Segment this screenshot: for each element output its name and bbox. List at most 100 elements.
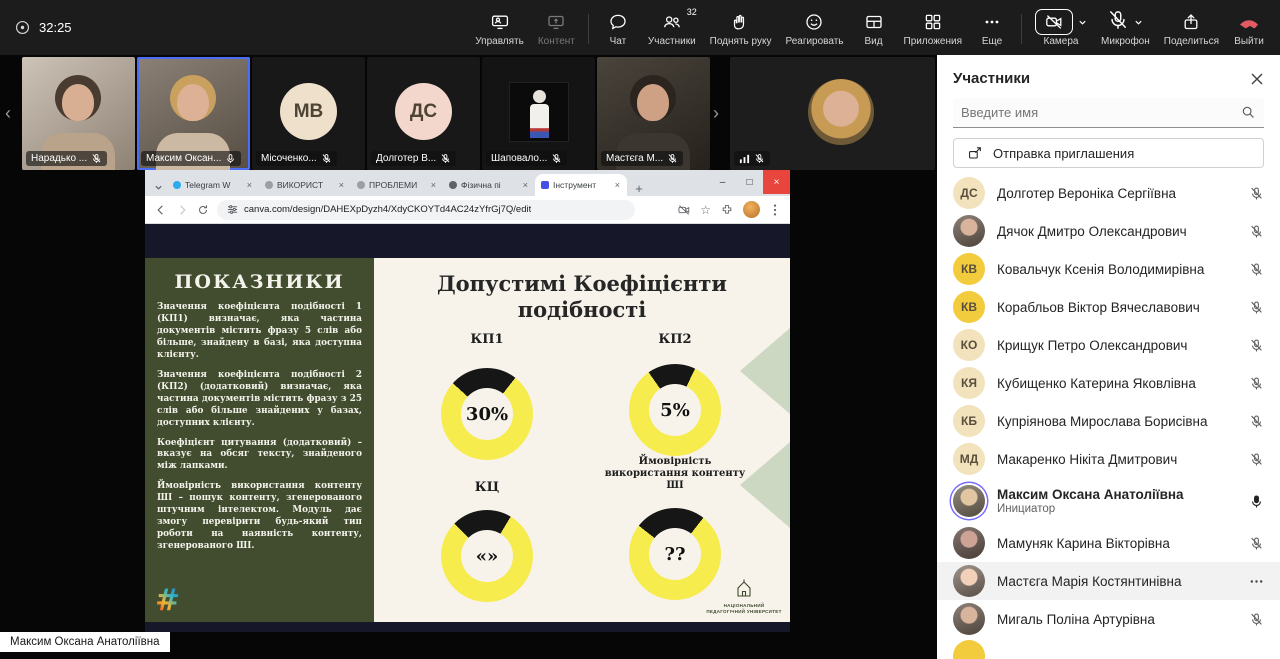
participant-row[interactable]: Мамуняк Карина Вікторівна: [937, 524, 1280, 562]
close-icon[interactable]: [1250, 72, 1264, 86]
mic-chevron-icon[interactable]: [1134, 18, 1143, 27]
tab-close-icon[interactable]: ×: [338, 180, 345, 190]
raise-hand-button[interactable]: Поднять руку: [703, 4, 779, 51]
video-tile[interactable]: Нарадько ...: [22, 57, 135, 170]
video-tile-partial[interactable]: [730, 57, 935, 170]
tab-close-icon[interactable]: ×: [614, 180, 621, 190]
window-close-button[interactable]: ×: [763, 170, 790, 194]
invite-label: Отправка приглашения: [993, 146, 1134, 161]
manage-label: Управлять: [475, 36, 524, 47]
participant-row[interactable]: КО Крищук Петро Олександрович: [937, 326, 1280, 364]
more-options-icon[interactable]: [1249, 574, 1264, 589]
participants-button[interactable]: 32 Участники: [641, 4, 703, 51]
tab-close-icon[interactable]: ×: [430, 180, 437, 190]
browser-tab-3[interactable]: Фізична пі×: [443, 174, 535, 196]
mic-off-icon: [754, 153, 765, 164]
bookmark-star-icon[interactable]: ☆: [700, 203, 711, 217]
slide-paragraph: Ймовірність використання контенту ШІ – п…: [157, 481, 362, 553]
participant-role: Инициатор: [997, 503, 1237, 515]
content-button[interactable]: Контент: [531, 4, 582, 51]
avatar-initials: КВ: [961, 262, 977, 276]
new-tab-button[interactable]: +: [629, 181, 649, 196]
share-button[interactable]: Поделиться: [1157, 4, 1226, 51]
apps-label: Приложения: [904, 36, 963, 47]
invite-button[interactable]: Отправка приглашения: [953, 138, 1264, 168]
mic-button[interactable]: Микрофон: [1094, 4, 1157, 51]
mic-off-icon: [1107, 9, 1129, 36]
browser-tab-active[interactable]: Інструмент×: [535, 174, 627, 196]
manage-button[interactable]: Управлять: [468, 4, 531, 51]
participant-row[interactable]: Мигаль Поліна Артурівна: [937, 600, 1280, 638]
browser-profile-avatar[interactable]: [743, 201, 760, 218]
leave-button[interactable]: Выйти: [1226, 4, 1272, 51]
filmstrip-prev-button[interactable]: ‹: [5, 103, 11, 124]
participant-row-hover[interactable]: Мастєга Марія Костянтинівна: [937, 562, 1280, 600]
react-button[interactable]: Реагировать: [778, 4, 850, 51]
video-tile[interactable]: Мастєга М...: [597, 57, 710, 170]
video-tile[interactable]: Шаповало...: [482, 57, 595, 170]
mic-off-icon[interactable]: [1249, 300, 1264, 315]
university-logo: НАЦІОНАЛЬНИЙ ПЕДАГОГІЧНИЙ УНІВЕРСИТЕТ: [704, 578, 784, 615]
browser-tab-2[interactable]: ПРОБЛЕМИ×: [351, 174, 443, 196]
participant-name: Кубищенко Катерина Яковлівна: [997, 376, 1237, 391]
refresh-icon[interactable]: [196, 203, 210, 217]
mic-on-icon[interactable]: [1249, 494, 1264, 509]
participant-row[interactable]: КБ Купріянова Мирослава Борисівна: [937, 402, 1280, 440]
initials-avatar: КВ: [953, 253, 985, 285]
back-icon[interactable]: [154, 203, 168, 217]
meeting-timer: 32:25: [14, 19, 72, 36]
site-settings-icon[interactable]: [227, 204, 238, 215]
apps-button[interactable]: Приложения: [897, 4, 970, 51]
mic-off-icon[interactable]: [1249, 224, 1264, 239]
invite-share-icon: [967, 145, 983, 161]
camera-blocked-icon[interactable]: [677, 203, 691, 217]
mic-off-icon[interactable]: [1249, 612, 1264, 627]
participant-row[interactable]: ДС Долготер Вероніка Сергіївна: [937, 174, 1280, 212]
browser-tab-1[interactable]: ВИКОРИСТ×: [259, 174, 351, 196]
mic-off-icon[interactable]: [1249, 452, 1264, 467]
forward-icon[interactable]: [175, 203, 189, 217]
participant-row[interactable]: Дячок Дмитро Олександрович: [937, 212, 1280, 250]
extensions-icon[interactable]: [720, 203, 734, 217]
video-tile[interactable]: МВ Місоченко...: [252, 57, 365, 170]
tab-favicon: [357, 181, 365, 189]
mic-off-icon[interactable]: [1249, 338, 1264, 353]
mic-off-icon[interactable]: [1249, 186, 1264, 201]
tab-title: Telegram W: [185, 180, 242, 190]
avatar-initials: ДС: [960, 186, 977, 200]
participant-search[interactable]: [953, 98, 1264, 128]
chat-button[interactable]: Чат: [595, 4, 641, 51]
url-bar[interactable]: canva.com/design/DAHEXpDyzh4/XdyCKOYTd4A…: [217, 200, 635, 220]
video-tile-active-speaker[interactable]: Максим Оксан...: [137, 57, 250, 170]
participant-row[interactable]: КЯ Кубищенко Катерина Яковлівна: [937, 364, 1280, 402]
initials-avatar: КЯ: [953, 367, 985, 399]
donut-value: «»: [476, 546, 499, 567]
window-minimize-button[interactable]: –: [709, 170, 736, 194]
volume-bars-icon: [739, 153, 750, 164]
browser-tab-telegram[interactable]: Telegram W ×: [167, 174, 259, 196]
participant-row[interactable]: КВ Корабльов Віктор Вячеславович: [937, 288, 1280, 326]
video-tile[interactable]: ДС Долготер В...: [367, 57, 480, 170]
camera-button[interactable]: Камера: [1028, 4, 1094, 51]
tab-close-icon[interactable]: ×: [246, 180, 253, 190]
participant-name: Корабльов Віктор Вячеславович: [997, 300, 1237, 315]
participant-row[interactable]: КВ Ковальчук Ксенія Володимирівна: [937, 250, 1280, 288]
mic-off-icon[interactable]: [1249, 376, 1264, 391]
window-maximize-button[interactable]: □: [736, 170, 763, 194]
participants-label: Участники: [648, 36, 696, 47]
avatar-initials: КБ: [961, 414, 977, 428]
more-button[interactable]: Еще: [969, 4, 1015, 51]
browser-menu-icon[interactable]: [769, 203, 781, 217]
participant-row[interactable]: МД Макаренко Нікіта Дмитрович: [937, 440, 1280, 478]
view-button[interactable]: Вид: [851, 4, 897, 51]
mic-off-icon[interactable]: [1249, 262, 1264, 277]
participant-row-organizer[interactable]: Максим Оксана Анатоліївна Инициатор: [937, 478, 1280, 524]
filmstrip-next-button[interactable]: ›: [713, 103, 719, 124]
camera-chevron-icon[interactable]: [1078, 18, 1087, 27]
tab-close-icon[interactable]: ×: [522, 180, 529, 190]
mic-off-icon[interactable]: [1249, 536, 1264, 551]
tab-search-button[interactable]: [149, 178, 167, 196]
mic-off-icon[interactable]: [1249, 414, 1264, 429]
search-input[interactable]: [961, 105, 1241, 120]
participant-name: Крищук Петро Олександрович: [997, 338, 1237, 353]
